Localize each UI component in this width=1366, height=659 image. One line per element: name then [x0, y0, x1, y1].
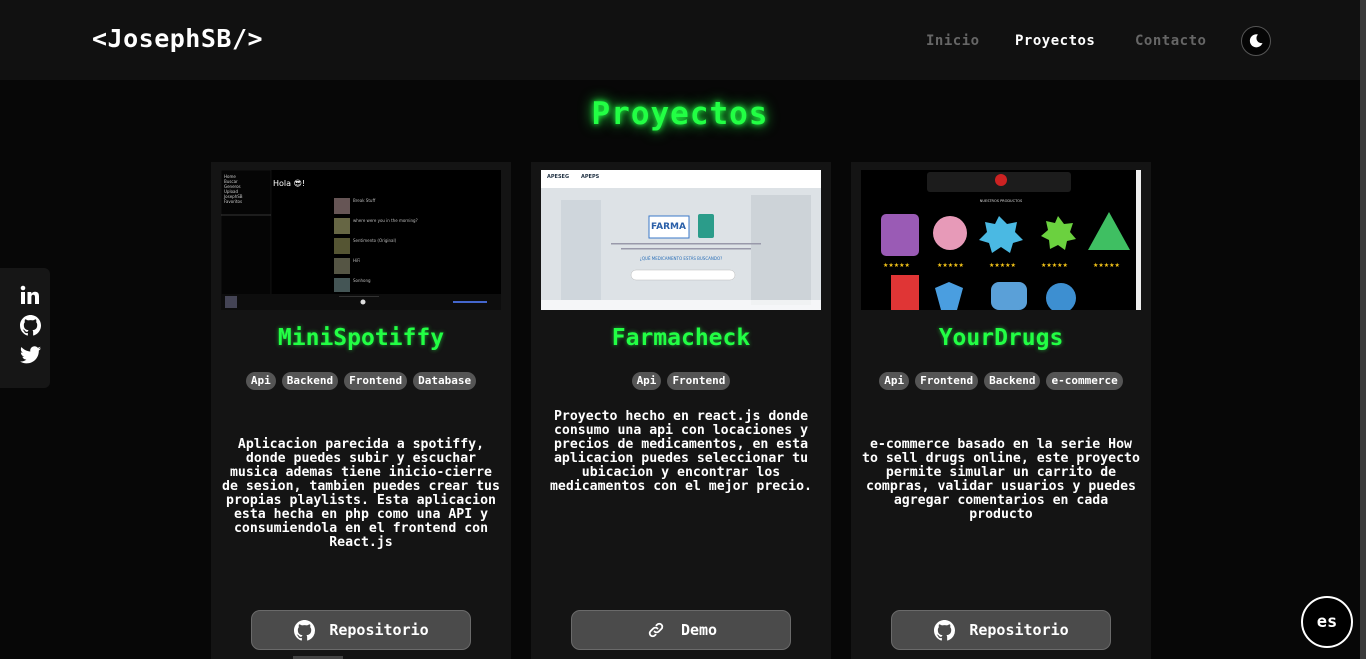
nav-contacto[interactable]: Contacto — [1135, 33, 1206, 49]
project-description: Aplicacion parecida a spotiffy, donde pu… — [222, 437, 500, 550]
tag: Api — [245, 372, 276, 390]
screenshot-track: HiFi — [353, 258, 361, 263]
project-screenshot: NUESTROS PRODUCTOS ★★★★★ ★★★★★ ★★★★★ ★★★… — [861, 170, 1141, 310]
project-tags: Api Backend Frontend Database — [225, 372, 497, 390]
button-label: Repositorio — [329, 621, 429, 639]
github-icon[interactable] — [19, 314, 41, 336]
github-icon — [293, 619, 315, 641]
screenshot-rating: ★★★★★ — [883, 262, 910, 269]
project-description: e-commerce basado en la serie How to sel… — [862, 437, 1140, 522]
tag: Frontend — [915, 372, 979, 390]
screenshot-brand: FARMA — [651, 222, 686, 232]
project-screenshot: Hola 😎! Home Buscar Generos Upload Josep… — [221, 170, 501, 310]
screenshot-track: Sonhong — [353, 278, 371, 283]
repositorio-button[interactable]: Repositorio — [251, 610, 471, 650]
screenshot-track: Break Stuff — [353, 198, 376, 203]
tag: Backend — [281, 372, 339, 390]
screenshot-tracks: Break Stuff where were you in the mornin… — [353, 198, 418, 298]
scrollbar-thumb[interactable] — [1360, 0, 1366, 659]
project-card-farmacheck: APESEG APEPS FARMA ¿QUÉ MEDICAMENTO ESTÁ… — [531, 162, 831, 659]
screenshot-menu-item: Favoritos — [224, 199, 243, 204]
tag: Api — [879, 372, 910, 390]
tag: Database — [413, 372, 477, 390]
vertical-scrollbar[interactable] — [1360, 0, 1366, 659]
site-logo[interactable]: <JosephSB/> — [92, 24, 263, 53]
project-tags: Api Frontend — [545, 372, 817, 390]
language-toggle-button[interactable]: es — [1301, 596, 1353, 648]
nav-proyectos[interactable]: Proyectos — [1015, 33, 1095, 49]
button-label: Repositorio — [969, 621, 1069, 639]
link-icon — [645, 619, 667, 641]
tag: e-commerce — [1046, 372, 1123, 390]
screenshot-question: ¿QUÉ MEDICAMENTO ESTÁS BUSCANDO? — [639, 256, 723, 261]
nav-inicio[interactable]: Inicio — [926, 33, 980, 49]
twitter-icon[interactable] — [19, 344, 41, 366]
screenshot-track: where were you in the morning? — [353, 218, 418, 223]
button-label: Demo — [680, 621, 718, 639]
screenshot-logo: APEPS — [581, 174, 600, 180]
project-title: Farmacheck — [611, 325, 751, 351]
project-title: MiniSpotiffy — [277, 325, 445, 351]
repositorio-button[interactable]: Repositorio — [891, 610, 1111, 650]
project-tags: Api Frontend Backend e-commerce — [865, 372, 1137, 390]
screenshot-heading: NUESTROS PRODUCTOS — [979, 199, 1023, 203]
linkedin-icon[interactable] — [19, 284, 41, 306]
moon-icon — [1249, 34, 1263, 48]
project-card-yourdrugs: NUESTROS PRODUCTOS ★★★★★ ★★★★★ ★★★★★ ★★★… — [851, 162, 1151, 659]
social-sidebar — [0, 268, 50, 388]
screenshot-track: Sentimento (Original) — [353, 238, 397, 243]
screenshot-rating: ★★★★★ — [1093, 262, 1120, 269]
tag: Backend — [984, 372, 1041, 390]
header: <JosephSB/> Inicio Proyectos Contacto — [0, 0, 1366, 80]
theme-toggle-button[interactable] — [1241, 26, 1271, 56]
project-title: YourDrugs — [938, 325, 1064, 351]
page-title: Proyectos — [591, 96, 769, 132]
project-screenshot: APESEG APEPS FARMA ¿QUÉ MEDICAMENTO ESTÁ… — [541, 170, 821, 310]
github-icon — [933, 619, 955, 641]
demo-button[interactable]: Demo — [571, 610, 791, 650]
screenshot-rating: ★★★★★ — [1041, 262, 1068, 269]
screenshot-rating: ★★★★★ — [989, 262, 1016, 269]
project-description: Proyecto hecho en react.js donde consumo… — [549, 409, 812, 494]
screenshot-logo: APESEG — [547, 174, 570, 180]
screenshot-greeting: Hola 😎! — [273, 179, 306, 188]
tag: Frontend — [667, 372, 731, 390]
screenshot-rating: ★★★★★ — [937, 262, 964, 269]
tag: Api — [631, 372, 662, 390]
project-card-minispotiffy: Hola 😎! Home Buscar Generos Upload Josep… — [211, 162, 511, 659]
tag: Frontend — [344, 372, 408, 390]
screenshot-menu: Home Buscar Generos Upload JosephSB Favo… — [224, 174, 243, 204]
